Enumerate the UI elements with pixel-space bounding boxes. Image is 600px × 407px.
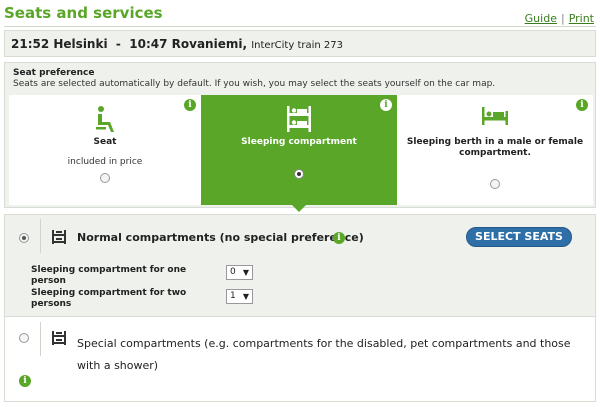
arrival-time-station: 10:47 Rovaniemi, [129, 37, 248, 51]
special-compartments-row[interactable]: Special compartments (e.g. compartments … [5, 318, 595, 401]
bunk-bed-icon [285, 105, 313, 137]
option-sleeping-compartment-radio[interactable] [294, 169, 304, 179]
train-summary: 21:52 Helsinki - 10:47 Rovaniemi, InterC… [4, 30, 596, 57]
info-icon[interactable]: i [333, 232, 345, 244]
info-icon[interactable]: i [19, 375, 31, 387]
normal-compartments-row[interactable]: Normal compartments (no special preferen… [5, 215, 595, 317]
chevron-down-icon: ▼ [242, 268, 249, 277]
special-compartments-label: Special compartments (e.g. compartments … [77, 337, 571, 372]
top-links: Guide | Print [525, 12, 594, 25]
option-sleeping-berth-label: Sleeping berth in a male or female compa… [406, 137, 584, 158]
normal-compartments-label: Normal compartments (no special preferen… [77, 231, 364, 244]
option-sleeping-berth-radio[interactable] [490, 179, 500, 189]
info-icon[interactable]: i [184, 99, 196, 111]
row-divider [40, 322, 41, 356]
row-divider [40, 219, 41, 253]
page-title: Seats and services [4, 4, 163, 22]
two-person-compartment-label: Sleeping compartment for two persons [31, 288, 187, 309]
two-person-count-select[interactable]: 1 ▼ [226, 289, 253, 304]
option-sleeping-compartment[interactable]: i Sleeping compartment [201, 95, 397, 212]
special-compartments-radio[interactable] [19, 333, 29, 343]
selected-pointer [292, 205, 306, 212]
info-icon[interactable]: i [576, 99, 588, 111]
route-dash: - [115, 37, 121, 51]
option-sleeping-compartment-label: Sleeping compartment [241, 137, 357, 147]
guide-link[interactable]: Guide [525, 12, 557, 25]
option-seat-sublabel: included in price [67, 157, 143, 167]
option-seat[interactable]: i Seat included in price [9, 95, 201, 205]
bed-icon [481, 105, 509, 131]
two-person-count-value: 1 [230, 291, 236, 301]
option-sleeping-berth[interactable]: i Sleeping berth in a male or female com… [397, 95, 593, 205]
departure-time-station: 21:52 Helsinki [11, 37, 108, 51]
seat-preference-description: Seats are selected automatically by defa… [13, 79, 496, 89]
print-link[interactable]: Print [569, 12, 594, 25]
compartment-options: Normal compartments (no special preferen… [4, 214, 596, 402]
option-seat-radio[interactable] [100, 173, 110, 183]
seat-icon [94, 105, 116, 137]
train-route: 21:52 Helsinki - 10:47 Rovaniemi, InterC… [11, 37, 343, 51]
info-icon[interactable]: i [380, 99, 392, 111]
compartment-icon [51, 229, 67, 249]
select-seats-button[interactable]: SELECT SEATS [466, 227, 572, 247]
one-person-compartment-label: Sleeping compartment for one person [31, 265, 187, 286]
normal-compartments-radio[interactable] [19, 233, 29, 243]
one-person-count-select[interactable]: 0 ▼ [226, 265, 253, 280]
compartment-icon [51, 330, 67, 350]
seat-preference-panel: Seat preference Seats are selected autom… [4, 62, 596, 212]
train-name: InterCity train 273 [251, 40, 343, 51]
option-seat-label: Seat [93, 137, 117, 147]
seat-preference-title: Seat preference [13, 68, 95, 78]
title-divider [4, 26, 596, 27]
link-separator: | [560, 12, 565, 25]
one-person-count-value: 0 [230, 267, 236, 277]
chevron-down-icon: ▼ [242, 292, 249, 301]
